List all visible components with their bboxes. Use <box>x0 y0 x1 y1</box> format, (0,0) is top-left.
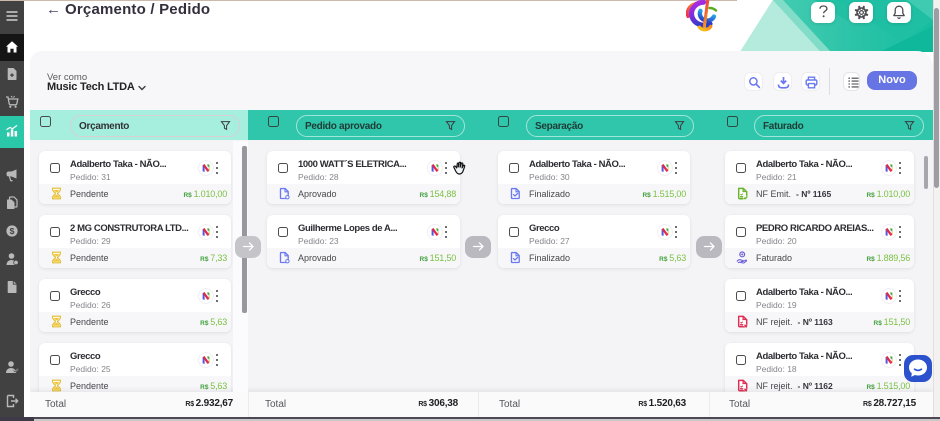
svg-text:$: $ <box>10 226 15 236</box>
